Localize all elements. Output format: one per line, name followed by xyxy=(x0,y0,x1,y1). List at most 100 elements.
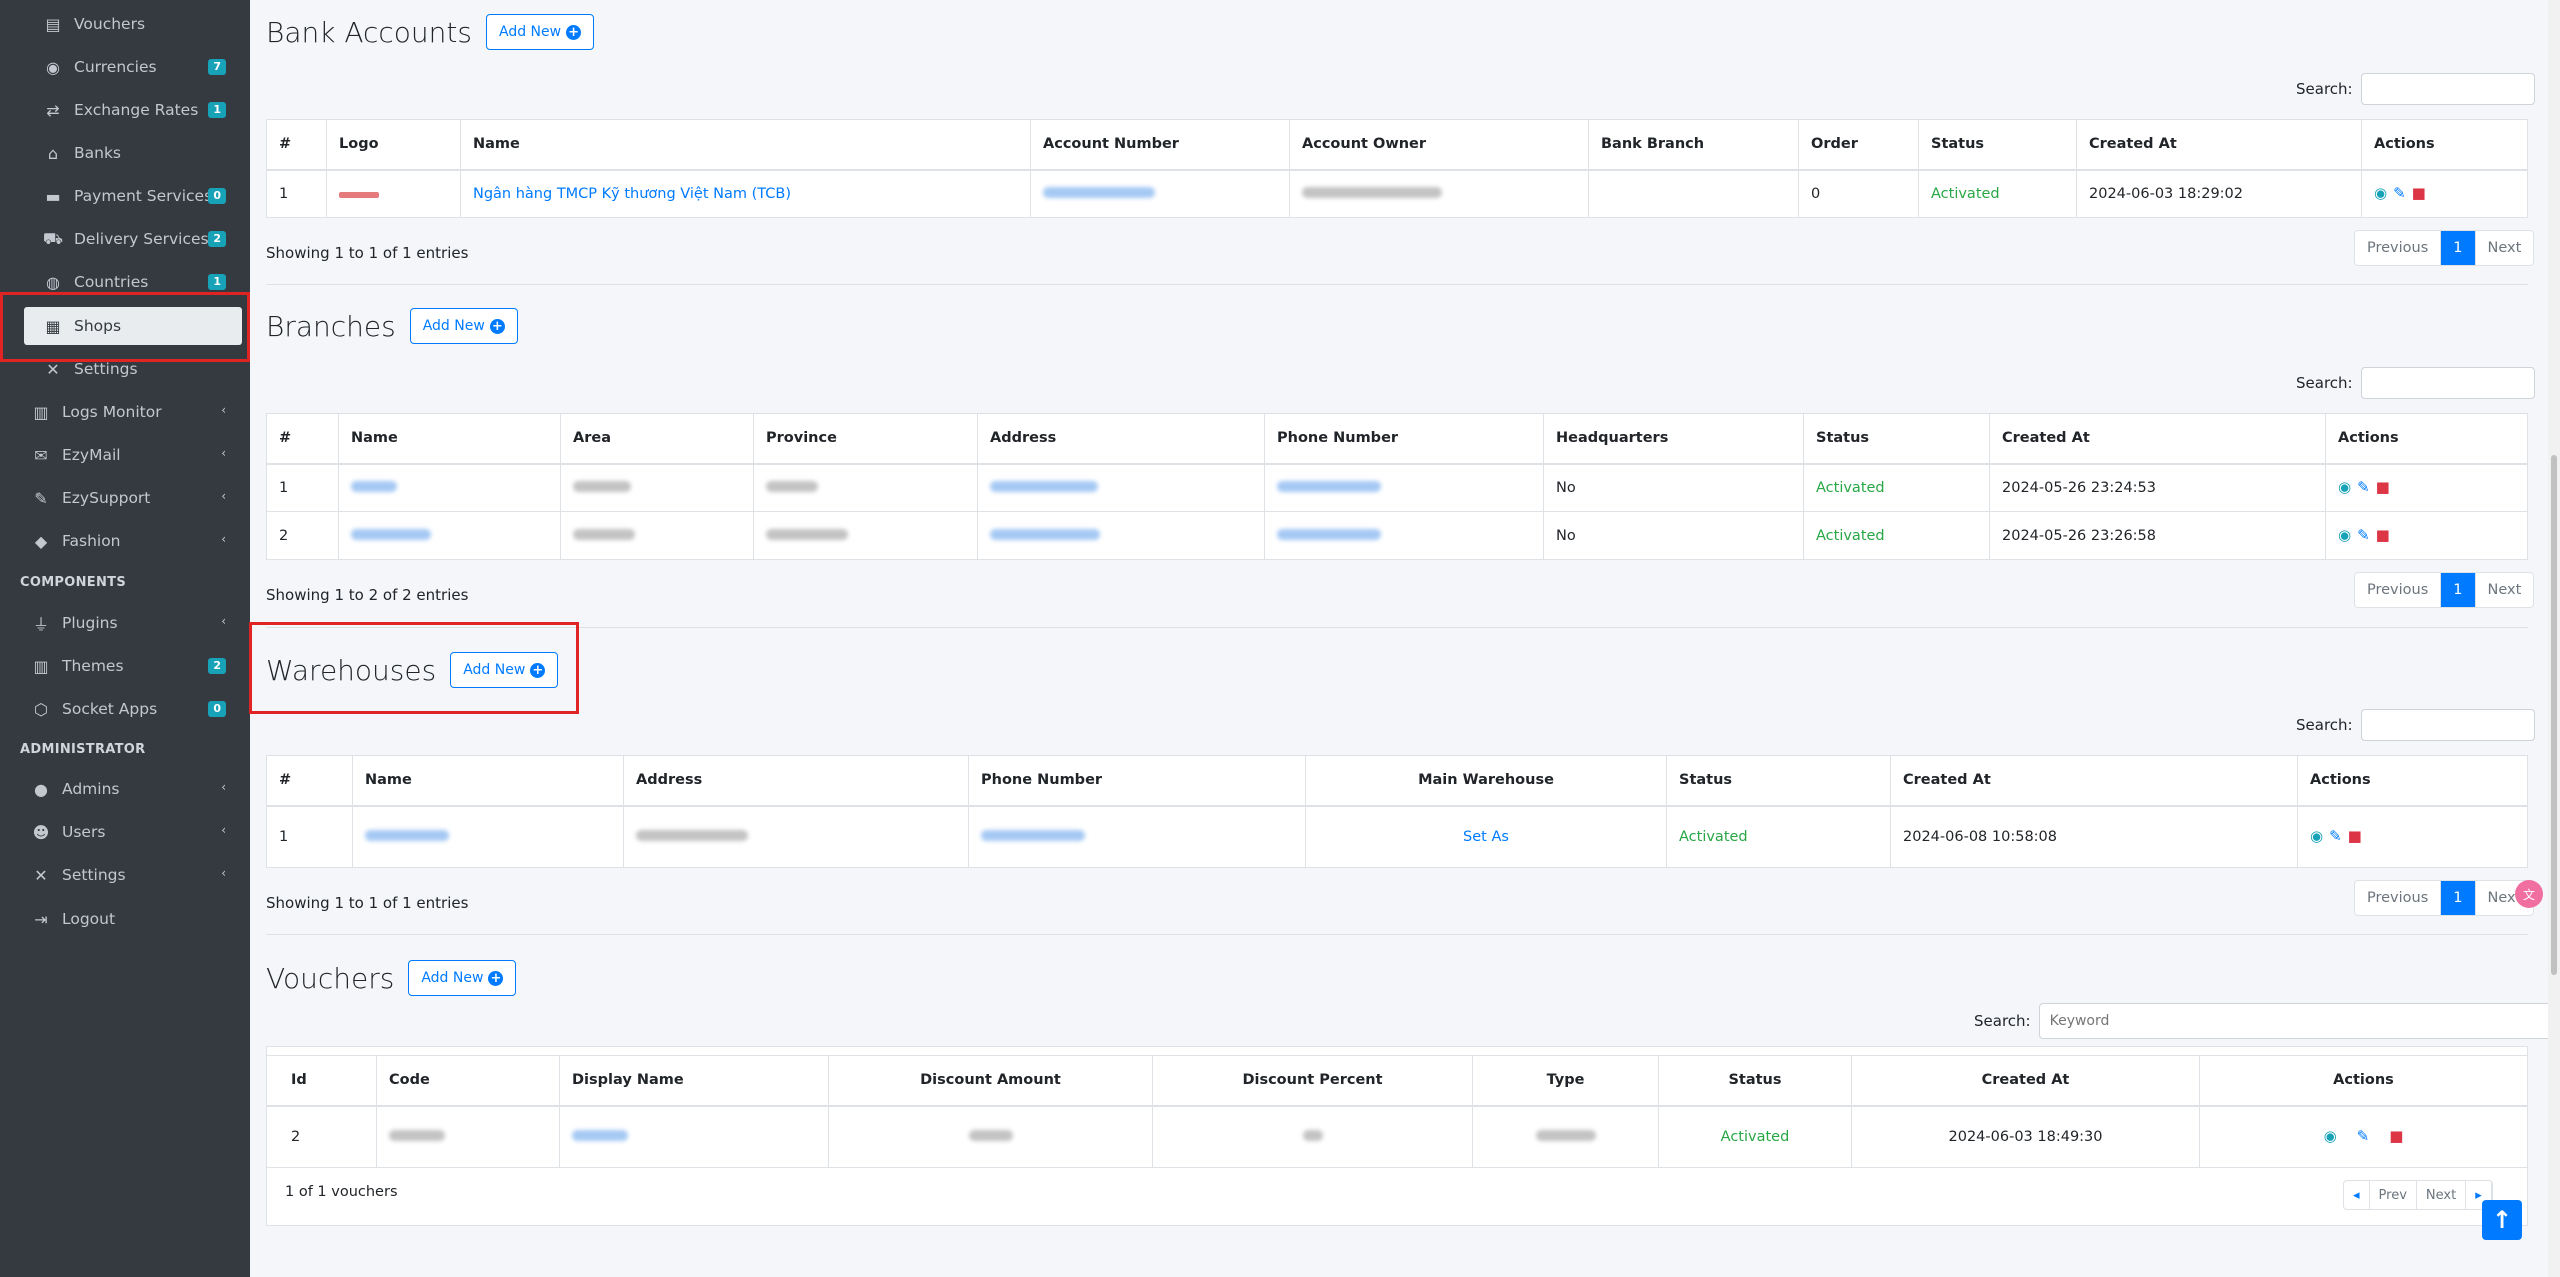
eye-icon[interactable]: ◉ xyxy=(2324,1128,2337,1144)
page-1-button[interactable]: 1 xyxy=(2441,573,2476,607)
column-header[interactable]: Code xyxy=(376,1055,560,1107)
column-header[interactable]: Created At xyxy=(1851,1055,2200,1107)
eye-icon[interactable]: ◉ xyxy=(2374,185,2387,201)
column-header[interactable]: Created At xyxy=(2076,119,2362,171)
trash-icon[interactable]: ■ xyxy=(2389,1128,2403,1144)
sidebar-item-socket-apps[interactable]: ⬡ Socket Apps 0 xyxy=(30,689,230,729)
add-branch-button[interactable]: Add New + xyxy=(409,308,518,344)
column-header[interactable]: Province xyxy=(753,413,978,465)
column-header[interactable]: Status xyxy=(1658,1055,1852,1107)
next-button[interactable]: Next xyxy=(2476,231,2534,265)
warehouses-search-input[interactable] xyxy=(2360,709,2535,741)
sidebar-item-logs-monitor[interactable]: ▥ Logs Monitor ‹ xyxy=(30,392,230,432)
edit-icon[interactable]: ✎ xyxy=(2357,479,2370,495)
column-header[interactable]: Discount Amount xyxy=(828,1055,1153,1107)
column-header[interactable]: Address xyxy=(977,413,1265,465)
voucher-display-name[interactable] xyxy=(559,1105,829,1168)
column-header[interactable]: Name xyxy=(352,755,624,807)
column-header[interactable]: Status xyxy=(1666,755,1891,807)
scroll-to-top-button[interactable]: ↑ xyxy=(2482,1200,2522,1240)
prev-button[interactable]: Prev xyxy=(2370,1181,2417,1209)
column-header[interactable]: Created At xyxy=(1890,755,2298,807)
column-header[interactable]: Bank Branch xyxy=(1588,119,1799,171)
sidebar-item-plugins[interactable]: ⏚ Plugins ‹ xyxy=(30,603,230,643)
sidebar-item-ezymail[interactable]: ✉ EzyMail ‹ xyxy=(30,435,230,475)
edit-icon[interactable]: ✎ xyxy=(2329,828,2342,844)
bank-name-link[interactable]: Ngân hàng TMCP Kỹ thương Việt Nam (TCB) xyxy=(460,169,1031,218)
branch-address[interactable] xyxy=(977,511,1265,560)
sidebar-item-exchange-rates[interactable]: ⇄ Exchange Rates 1 xyxy=(42,90,230,130)
branch-name-link[interactable] xyxy=(338,511,561,560)
sidebar-item-themes[interactable]: ▥ Themes 2 xyxy=(30,646,230,686)
sidebar-item-delivery-services[interactable]: ⛟ Delivery Services 2 xyxy=(42,219,230,259)
trash-icon[interactable]: ■ xyxy=(2348,828,2362,844)
sidebar-item-fashion[interactable]: ◆ Fashion ‹ xyxy=(30,521,230,561)
branch-name-link[interactable] xyxy=(338,463,561,512)
sidebar-item-users[interactable]: ☻ Users ‹ xyxy=(30,812,230,852)
column-header[interactable]: Account Number xyxy=(1030,119,1290,171)
column-header[interactable]: Order xyxy=(1798,119,1919,171)
edit-icon[interactable]: ✎ xyxy=(2357,527,2370,543)
edit-icon[interactable]: ✎ xyxy=(2357,1128,2370,1144)
column-header[interactable]: Area xyxy=(560,413,754,465)
previous-button[interactable]: Previous xyxy=(2355,573,2442,607)
column-header[interactable]: Logo xyxy=(326,119,461,171)
sidebar-item-logout[interactable]: ⇥ Logout xyxy=(30,899,230,939)
page-1-button[interactable]: 1 xyxy=(2441,881,2476,915)
column-header[interactable]: Discount Percent xyxy=(1152,1055,1473,1107)
column-header[interactable]: Name xyxy=(338,413,561,465)
column-header[interactable]: # xyxy=(266,755,353,807)
page-1-button[interactable]: 1 xyxy=(2441,231,2476,265)
scrollbar-thumb[interactable] xyxy=(2551,455,2557,975)
next-button[interactable]: Next xyxy=(2476,573,2534,607)
column-header[interactable]: Type xyxy=(1472,1055,1659,1107)
first-page-icon[interactable]: ◂ xyxy=(2344,1181,2370,1209)
trash-icon[interactable]: ■ xyxy=(2376,527,2390,543)
column-header[interactable]: Status xyxy=(1803,413,1990,465)
column-header[interactable]: # xyxy=(266,119,327,171)
eye-icon[interactable]: ◉ xyxy=(2338,527,2351,543)
column-header[interactable]: Main Warehouse xyxy=(1305,755,1667,807)
trash-icon[interactable]: ■ xyxy=(2376,479,2390,495)
edit-icon[interactable]: ✎ xyxy=(2393,185,2406,201)
column-header[interactable]: Name xyxy=(460,119,1031,171)
branches-search-input[interactable] xyxy=(2360,367,2535,399)
column-header[interactable]: Display Name xyxy=(559,1055,829,1107)
sidebar-item-vouchers[interactable]: ▤ Vouchers xyxy=(42,4,230,44)
add-voucher-button[interactable]: Add New + xyxy=(408,960,517,996)
sidebar-item-banks[interactable]: ⌂ Banks xyxy=(42,133,230,173)
column-header[interactable]: Account Owner xyxy=(1289,119,1589,171)
status-badge: Activated xyxy=(1658,1105,1852,1168)
account-number[interactable] xyxy=(1030,169,1290,218)
eye-icon[interactable]: ◉ xyxy=(2338,479,2351,495)
sidebar-item-payment-services[interactable]: ▬ Payment Services 0 xyxy=(42,176,230,216)
warehouse-name-link[interactable] xyxy=(352,805,624,868)
set-as-main-link[interactable]: Set As xyxy=(1305,805,1667,868)
eye-icon[interactable]: ◉ xyxy=(2310,828,2323,844)
column-header[interactable]: Phone Number xyxy=(968,755,1306,807)
branch-phone[interactable] xyxy=(1264,463,1544,512)
add-bank-account-button[interactable]: Add New + xyxy=(486,14,595,50)
vouchers-search-input[interactable] xyxy=(2038,1003,2560,1039)
column-header[interactable]: # xyxy=(266,413,339,465)
warehouse-phone[interactable] xyxy=(968,805,1306,868)
branch-address[interactable] xyxy=(977,463,1265,512)
sidebar-item-currencies[interactable]: ◉ Currencies 7 xyxy=(42,47,230,87)
column-header[interactable]: Headquarters xyxy=(1543,413,1804,465)
column-header[interactable]: Address xyxy=(623,755,969,807)
trash-icon[interactable]: ■ xyxy=(2412,185,2426,201)
previous-button[interactable]: Previous xyxy=(2355,881,2442,915)
column-header[interactable]: Id xyxy=(266,1055,377,1107)
branch-phone[interactable] xyxy=(1264,511,1544,560)
sidebar-item-admin-settings[interactable]: ✕ Settings ‹ xyxy=(30,855,230,895)
column-header[interactable]: Phone Number xyxy=(1264,413,1544,465)
sidebar-item-ezysupport[interactable]: ✎ EzySupport ‹ xyxy=(30,478,230,518)
page-scrollbar[interactable] xyxy=(2548,0,2560,1277)
translate-icon[interactable]: 文 xyxy=(2515,880,2543,908)
bank-accounts-search-input[interactable] xyxy=(2360,73,2535,105)
column-header[interactable]: Created At xyxy=(1989,413,2326,465)
sidebar-item-admins[interactable]: ● Admins ‹ xyxy=(30,769,230,809)
previous-button[interactable]: Previous xyxy=(2355,231,2442,265)
column-header[interactable]: Status xyxy=(1918,119,2077,171)
next-button[interactable]: Next xyxy=(2417,1181,2467,1209)
